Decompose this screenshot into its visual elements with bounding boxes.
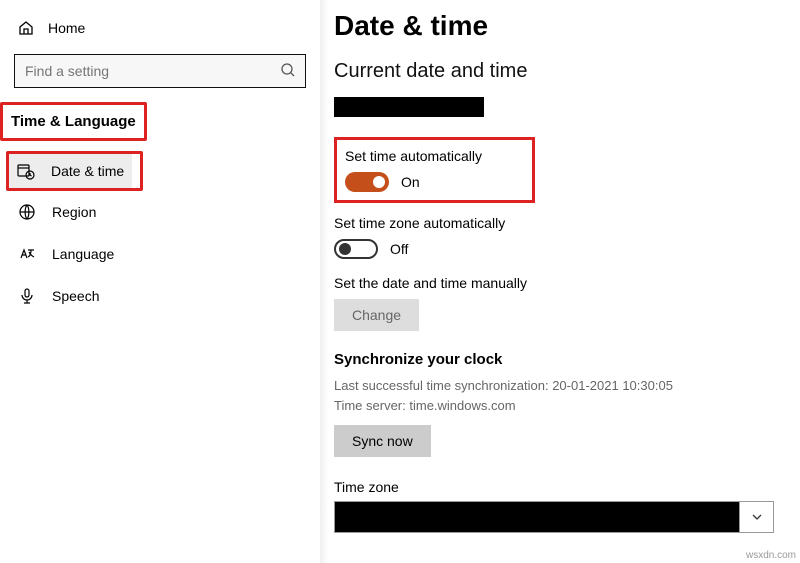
calendar-clock-icon — [17, 162, 35, 180]
sidebar-item-speech[interactable]: Speech — [0, 275, 320, 317]
sync-info: Last successful time synchronization: 20… — [334, 376, 784, 415]
toggle-state-label: On — [401, 174, 420, 190]
globe-icon — [18, 203, 36, 221]
search-wrap — [14, 54, 306, 88]
microphone-icon — [18, 287, 36, 305]
home-icon — [18, 20, 34, 36]
sync-last-line: Last successful time synchronization: 20… — [334, 376, 784, 396]
set-tz-auto-group: Set time zone automatically Off — [334, 215, 784, 259]
home-label: Home — [48, 20, 85, 36]
search-input[interactable] — [14, 54, 306, 88]
sync-section: Synchronize your clock Last successful t… — [334, 351, 784, 457]
highlight-set-time-auto: Set time automatically On — [334, 137, 535, 203]
toggle-set-time-auto[interactable]: On — [345, 172, 482, 192]
timezone-value — [335, 502, 739, 532]
current-datetime-value — [334, 97, 484, 117]
sidebar: Home Time & Language Date & time Region — [0, 0, 320, 563]
timezone-dropdown[interactable] — [334, 501, 774, 533]
set-time-auto-label: Set time automatically — [345, 148, 482, 164]
category-label: Time & Language — [0, 102, 147, 141]
chevron-down-icon — [739, 502, 773, 532]
content-pane: Date & time Current date and time Set ti… — [320, 0, 800, 563]
toggle-set-tz-auto[interactable]: Off — [334, 239, 784, 259]
section-current-datetime: Current date and time — [334, 60, 784, 83]
category-wrap: Time & Language — [0, 102, 320, 141]
set-manual-label: Set the date and time manually — [334, 275, 784, 291]
timezone-label: Time zone — [334, 479, 784, 495]
change-button[interactable]: Change — [334, 299, 419, 331]
toggle-track — [334, 239, 378, 259]
set-manual-group: Set the date and time manually Change — [334, 275, 784, 331]
sync-server-line: Time server: time.windows.com — [334, 396, 784, 416]
sidebar-item-label: Language — [52, 246, 114, 262]
sync-heading: Synchronize your clock — [334, 351, 784, 368]
nav-list: Date & time Region Language Speech — [0, 151, 320, 317]
sidebar-item-label: Region — [52, 204, 96, 220]
set-tz-auto-label: Set time zone automatically — [334, 215, 784, 231]
timezone-section: Time zone — [334, 479, 784, 533]
search-icon — [280, 62, 296, 78]
watermark: wsxdn.com — [746, 550, 796, 561]
toggle-track — [345, 172, 389, 192]
sidebar-item-date-time[interactable]: Date & time — [9, 154, 132, 188]
sidebar-item-region[interactable]: Region — [0, 191, 320, 233]
sidebar-item-language[interactable]: Language — [0, 233, 320, 275]
sidebar-item-label: Speech — [52, 288, 99, 304]
language-icon — [18, 245, 36, 263]
nav-highlight-datetime: Date & time — [6, 151, 143, 191]
toggle-state-label: Off — [390, 241, 408, 257]
page-title: Date & time — [334, 10, 784, 42]
sync-now-button[interactable]: Sync now — [334, 425, 431, 457]
sidebar-item-label: Date & time — [51, 163, 124, 179]
home-nav[interactable]: Home — [0, 12, 320, 44]
